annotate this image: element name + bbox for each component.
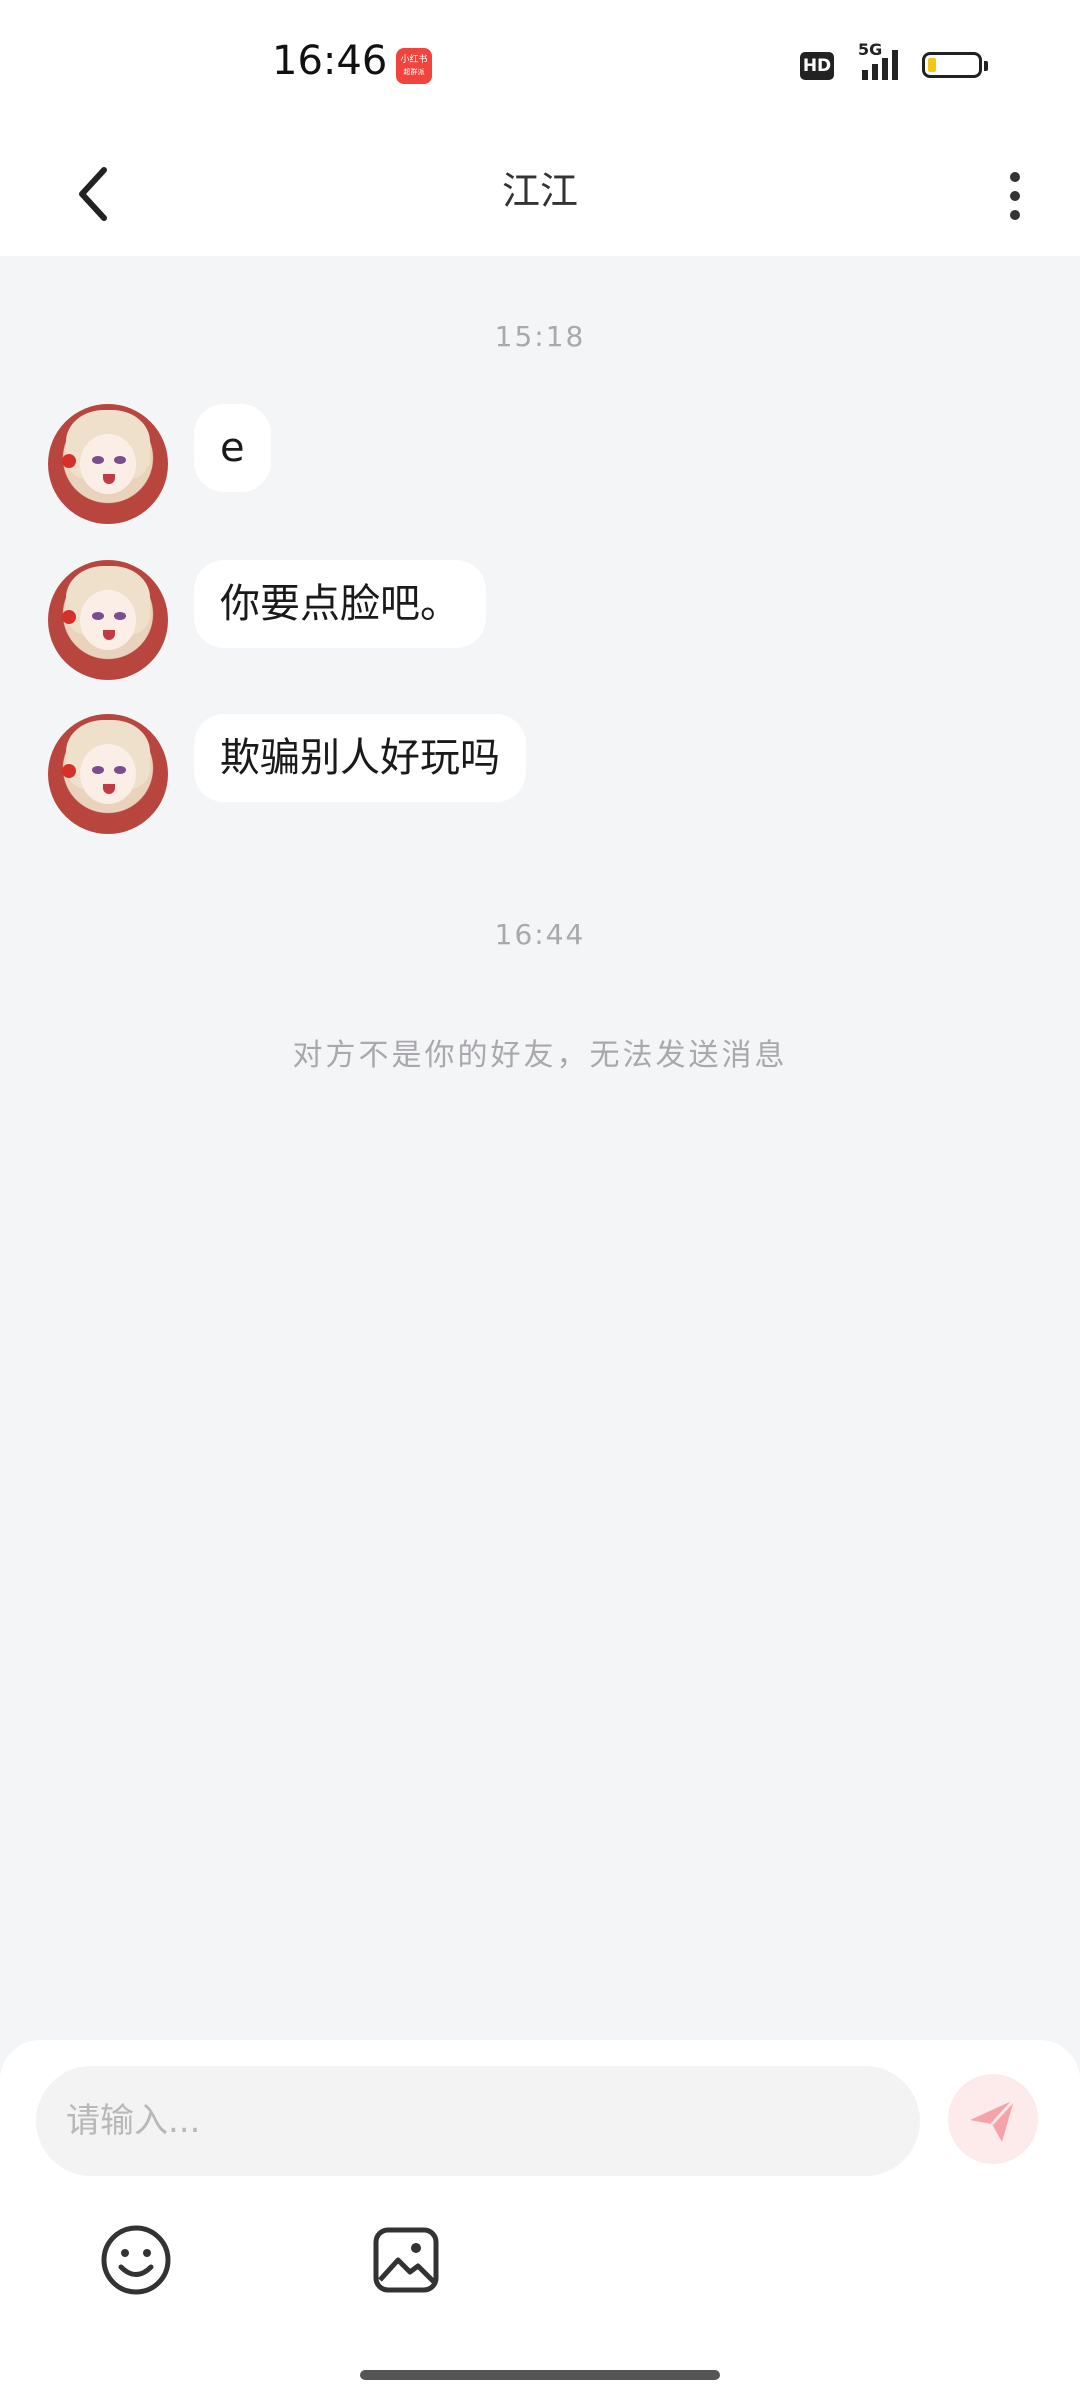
message-bubble[interactable]: e xyxy=(194,404,271,492)
battery-nub xyxy=(984,61,988,71)
image-button[interactable] xyxy=(366,2220,446,2300)
message-input[interactable] xyxy=(36,2066,920,2176)
app-notification-icon: 小红书 超群派 xyxy=(396,48,432,84)
avatar[interactable] xyxy=(48,714,168,834)
status-time: 16:46 xyxy=(272,38,388,84)
home-indicator[interactable] xyxy=(360,2370,720,2380)
app-icon-label: 小红书 xyxy=(400,55,428,65)
chat-header: 江江 xyxy=(0,130,1080,256)
emoji-button[interactable] xyxy=(96,2220,176,2300)
image-icon xyxy=(373,2227,439,2293)
message-bubble[interactable]: 你要点脸吧。 xyxy=(194,560,486,648)
send-button[interactable] xyxy=(948,2074,1038,2164)
send-icon xyxy=(970,2098,1016,2142)
timestamp: 15:18 xyxy=(494,320,586,353)
timestamp: 16:44 xyxy=(494,918,586,951)
message-bubble[interactable]: 欺骗别人好玩吗 xyxy=(194,714,526,802)
hd-badge: HD xyxy=(800,52,834,80)
status-bar: 16:46 小红书 超群派 HD 5G xyxy=(0,0,1080,130)
more-vertical-icon xyxy=(990,154,1040,220)
chat-title: 江江 xyxy=(501,169,578,213)
smiley-icon xyxy=(101,2225,171,2295)
avatar[interactable] xyxy=(48,404,168,524)
app-icon-sublabel: 超群派 xyxy=(403,68,425,76)
message-composer xyxy=(0,2040,1080,2400)
network-label: 5G xyxy=(858,40,883,59)
signal-icon: 5G xyxy=(848,40,908,84)
avatar[interactable] xyxy=(48,560,168,680)
more-options-button[interactable] xyxy=(990,154,1040,234)
system-notice: 对方不是你的好友，无法发送消息 xyxy=(292,1038,788,1073)
battery-level xyxy=(928,58,936,72)
battery-icon xyxy=(922,52,988,78)
